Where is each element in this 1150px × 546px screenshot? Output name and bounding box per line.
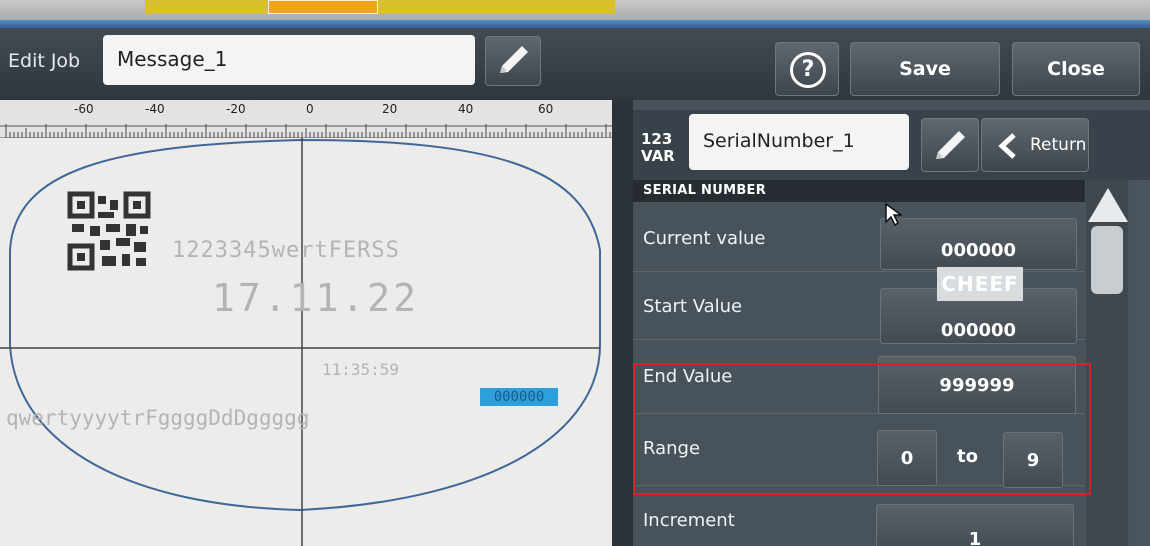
yellow-indicator	[145, 0, 615, 14]
text-object-2[interactable]: qwertyyyytrFggggDdDggggg	[6, 406, 309, 430]
save-button[interactable]: Save	[850, 42, 1000, 96]
editor-header: Edit Job Message_1 ? Save Close	[0, 28, 1150, 100]
variable-name-field[interactable]: SerialNumber_1	[689, 114, 909, 170]
help-button[interactable]: ?	[775, 42, 839, 96]
return-button[interactable]: Return	[981, 118, 1089, 172]
highlight-annotation-box	[633, 363, 1091, 495]
pencil-icon	[936, 131, 965, 159]
serial-number-object[interactable]: 000000	[480, 388, 558, 406]
print-area	[0, 138, 601, 546]
current-value-row: Current value 000000	[633, 204, 1085, 272]
edit-variable-button[interactable]	[921, 118, 979, 172]
start-value-label: Start Value	[643, 296, 743, 317]
job-name-field[interactable]: Message_1	[103, 35, 475, 85]
variable-type-top: 123	[641, 130, 673, 148]
scroll-up-icon[interactable]	[1088, 188, 1128, 222]
increment-row: Increment 1	[633, 492, 1085, 546]
date-object[interactable]: 17.11.22	[212, 276, 419, 320]
scrollbar-thumb[interactable]	[1091, 226, 1123, 294]
return-label: Return	[1030, 135, 1087, 155]
label-preview-canvas[interactable]: -60 -40 -20 0 20 40 60 1223345wertFERSS …	[0, 100, 612, 546]
edit-job-name-button[interactable]	[485, 36, 541, 86]
current-value-label: Current value	[643, 228, 766, 249]
current-value-field[interactable]: 000000	[880, 218, 1077, 270]
variable-header: 123 VAR SerialNumber_1 Return	[633, 110, 1150, 180]
panel-edge	[1130, 180, 1150, 546]
increment-field[interactable]: 1	[876, 504, 1074, 546]
variable-type-badge: 123 VAR	[641, 131, 675, 165]
orange-indicator	[268, 0, 378, 14]
watermark-label: CHEEF	[937, 267, 1023, 301]
text-object-1[interactable]: 1223345wertFERSS	[172, 238, 400, 263]
variable-type-bottom: VAR	[641, 147, 675, 165]
section-title: SERIAL NUMBER	[633, 180, 1085, 202]
help-icon: ?	[790, 52, 826, 88]
chevron-left-icon	[998, 133, 1016, 159]
qr-code-icon	[67, 191, 151, 271]
top-status-strip	[0, 0, 1150, 28]
blue-accent-bar	[0, 20, 1150, 28]
increment-label: Increment	[643, 510, 735, 531]
time-object[interactable]: 11:35:59	[322, 360, 399, 379]
pencil-icon	[500, 46, 528, 73]
close-button[interactable]: Close	[1012, 42, 1140, 96]
edit-job-label: Edit Job	[8, 50, 81, 72]
mouse-cursor-icon	[885, 202, 902, 227]
